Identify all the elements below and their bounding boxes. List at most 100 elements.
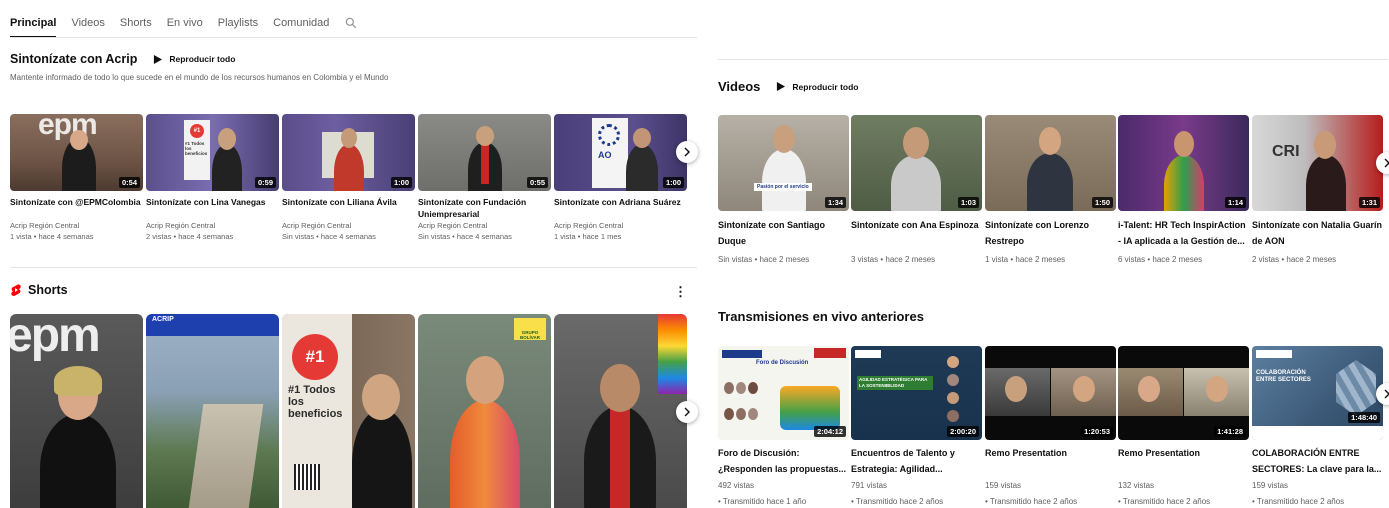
playlist-video-card[interactable]: AO 1:00 Sintonízate con Adriana Suárez A… — [554, 114, 687, 242]
playlist-video-card[interactable]: #1 #1 Todos los beneficios 0:59 Sintoníz… — [146, 114, 279, 242]
tab-videos[interactable]: Videos — [71, 17, 104, 29]
person-hair — [54, 366, 102, 396]
person-face — [1206, 376, 1228, 402]
video-thumbnail[interactable]: 1:14 — [1118, 115, 1249, 211]
video-stats: 2 vistas • hace 4 semanas — [146, 232, 234, 241]
video-title[interactable]: i-Talent: HR Tech InspirAction - IA apli… — [1118, 217, 1249, 249]
video-title[interactable]: Sintonízate con Ana Espinoza — [851, 217, 982, 249]
short-thumbnail[interactable]: ACRIP — [146, 314, 279, 508]
thumb-overlay-text: COLABORACIÓN ENTRE SECTORES — [1256, 370, 1311, 383]
tab-principal[interactable]: Principal — [10, 17, 57, 38]
live-video-card[interactable]: 1:41:28 Remo Presentation 132 vistas • T… — [1118, 346, 1249, 508]
videos-header: Videos Reproducir todo — [718, 79, 859, 94]
video-thumbnail[interactable]: COLABORACIÓN ENTRE SECTORES 1:48:40 — [1252, 346, 1383, 440]
playlist-video-card[interactable]: epm 0:54 Sintonízate con @EPMColombia Ac… — [10, 114, 143, 242]
video-title[interactable]: Sintonízate con Liliana Ávila — [282, 196, 415, 220]
video-title[interactable]: Sintonízate con Natalia Guarín de AON — [1252, 217, 1383, 249]
video-card[interactable]: CRI 1:31 Sintonízate con Natalia Guarín … — [1252, 115, 1383, 267]
video-title[interactable]: Encuentros de Talento y Estrategia: Agil… — [851, 445, 982, 477]
search-icon[interactable] — [344, 16, 358, 30]
live-header: Transmisiones en vivo anteriores — [718, 309, 924, 324]
thumb-overlay-text: #1 Todos los beneficios — [288, 384, 343, 420]
live-video-card[interactable]: 1:20:53 Remo Presentation 159 vistas • T… — [985, 346, 1116, 508]
video-title[interactable]: Remo Presentation — [1118, 445, 1249, 477]
video-title[interactable]: Sintonízate con Lorenzo Restrepo — [985, 217, 1116, 249]
video-title[interactable]: Remo Presentation — [985, 445, 1116, 477]
channel-name[interactable]: Acrip Región Central — [146, 220, 279, 231]
video-thumbnail[interactable]: AO 1:00 — [554, 114, 687, 191]
shorts-title: Shorts — [28, 283, 68, 297]
play-all-button[interactable]: Reproducir todo — [776, 82, 859, 92]
shorts-logo-icon — [11, 284, 21, 296]
person-face — [1138, 376, 1160, 402]
duration-badge: 1:34 — [824, 197, 846, 208]
hexagon-graphic — [1336, 360, 1376, 416]
playlist-header: Sintonízate con Acrip Reproducir todo — [10, 52, 235, 66]
video-card[interactable]: Pasión por el servicio 1:34 Sintonízate … — [718, 115, 849, 267]
channel-name[interactable]: Acrip Región Central — [554, 220, 687, 231]
tabs-divider — [10, 37, 697, 38]
video-thumbnail[interactable]: epm 0:54 — [10, 114, 143, 191]
chevron-right-icon — [1384, 158, 1389, 168]
thumb-overlay-text: Pasión por el servicio — [754, 183, 812, 191]
video-thumbnail[interactable]: 0:55 — [418, 114, 551, 191]
video-title[interactable]: Sintonízate con Lina Vanegas — [146, 196, 279, 220]
video-thumbnail[interactable]: 1:41:28 — [1118, 346, 1249, 440]
video-views: 159 vistas — [985, 481, 1022, 490]
video-stats: 1 vista • hace 4 semanas — [10, 232, 94, 241]
live-video-card[interactable]: COLABORACIÓN ENTRE SECTORES 1:48:40 COLA… — [1252, 346, 1383, 508]
speaker-face — [947, 410, 959, 422]
tab-playlists[interactable]: Playlists — [218, 17, 258, 29]
channel-name[interactable]: Acrip Región Central — [10, 220, 143, 231]
video-thumbnail[interactable]: Pasión por el servicio 1:34 — [718, 115, 849, 211]
channel-name[interactable]: Acrip Región Central — [282, 220, 415, 231]
video-thumbnail[interactable]: 1:00 — [282, 114, 415, 191]
person-face — [600, 364, 640, 412]
video-title[interactable]: Sintonízate con Adriana Suárez — [554, 196, 687, 220]
short-thumbnail[interactable]: GRUPO BOLÍVAR — [418, 314, 551, 508]
badge-number-icon: #1 — [190, 124, 204, 138]
thumb-overlay-text: #1 Todos los beneficios — [185, 141, 208, 156]
video-title[interactable]: Sintonízate con @EPMColombia — [10, 196, 143, 220]
live-video-card[interactable]: AGILIDAD ESTRATÉGICA PARA LA SOSTENIBILI… — [851, 346, 982, 508]
thumb-overlay-text: ACRIP — [152, 316, 174, 323]
more-options-icon[interactable]: ⋮ — [674, 284, 687, 300]
video-thumbnail[interactable]: #1 #1 Todos los beneficios 0:59 — [146, 114, 279, 191]
video-title[interactable]: Sintonízate con Santiago Duque — [718, 217, 849, 249]
video-when: • Transmitido hace 2 años — [1252, 497, 1345, 506]
video-thumbnail[interactable]: Foro de Discusión 2:04:12 — [718, 346, 849, 440]
video-tile-right — [1051, 368, 1116, 416]
tab-shorts[interactable]: Shorts — [120, 17, 152, 29]
video-card[interactable]: 1:14 i-Talent: HR Tech InspirAction - IA… — [1118, 115, 1249, 267]
short-thumbnail[interactable] — [554, 314, 687, 508]
video-thumbnail[interactable]: 1:50 — [985, 115, 1116, 211]
live-video-card[interactable]: Foro de Discusión 2:04:12 Foro de Discus… — [718, 346, 849, 508]
playlist-video-card[interactable]: 0:55 Sintonízate con Fundación Uniempres… — [418, 114, 551, 242]
video-title[interactable]: Sintonízate con Fundación Uniempresarial — [418, 196, 551, 220]
person-face — [1314, 131, 1336, 159]
video-thumbnail[interactable]: 1:03 — [851, 115, 982, 211]
duration-badge: 2:04:12 — [814, 426, 846, 437]
shorts-next-button[interactable] — [676, 401, 698, 423]
video-card[interactable]: 1:50 Sintonízate con Lorenzo Restrepo 1 … — [985, 115, 1116, 267]
playlist-title[interactable]: Sintonízate con Acrip — [10, 52, 137, 66]
video-title[interactable]: COLABORACIÓN ENTRE SECTORES: La clave pa… — [1252, 445, 1383, 477]
playlist-next-button[interactable] — [676, 141, 698, 163]
video-thumbnail[interactable]: CRI 1:31 — [1252, 115, 1383, 211]
duration-badge: 0:59 — [254, 177, 276, 188]
video-card[interactable]: 1:03 Sintonízate con Ana Espinoza 3 vist… — [851, 115, 982, 267]
walkway-shape — [188, 404, 264, 508]
channel-name[interactable]: Acrip Región Central — [418, 220, 551, 231]
tab-en-vivo[interactable]: En vivo — [167, 17, 203, 29]
video-thumbnail[interactable]: AGILIDAD ESTRATÉGICA PARA LA SOSTENIBILI… — [851, 346, 982, 440]
videos-title[interactable]: Videos — [718, 79, 760, 94]
short-thumbnail[interactable]: #1 #1 Todos los beneficios — [282, 314, 415, 508]
play-all-button[interactable]: Reproducir todo — [153, 54, 235, 64]
duration-badge: 1:14 — [1224, 197, 1246, 208]
playlist-video-card[interactable]: 1:00 Sintonízate con Liliana Ávila Acrip… — [282, 114, 415, 242]
video-thumbnail[interactable]: 1:20:53 — [985, 346, 1116, 440]
video-title[interactable]: Foro de Discusión: ¿Responden las propue… — [718, 445, 849, 477]
short-thumbnail[interactable]: epm — [10, 314, 143, 508]
live-title[interactable]: Transmisiones en vivo anteriores — [718, 309, 924, 324]
tab-comunidad[interactable]: Comunidad — [273, 17, 329, 29]
